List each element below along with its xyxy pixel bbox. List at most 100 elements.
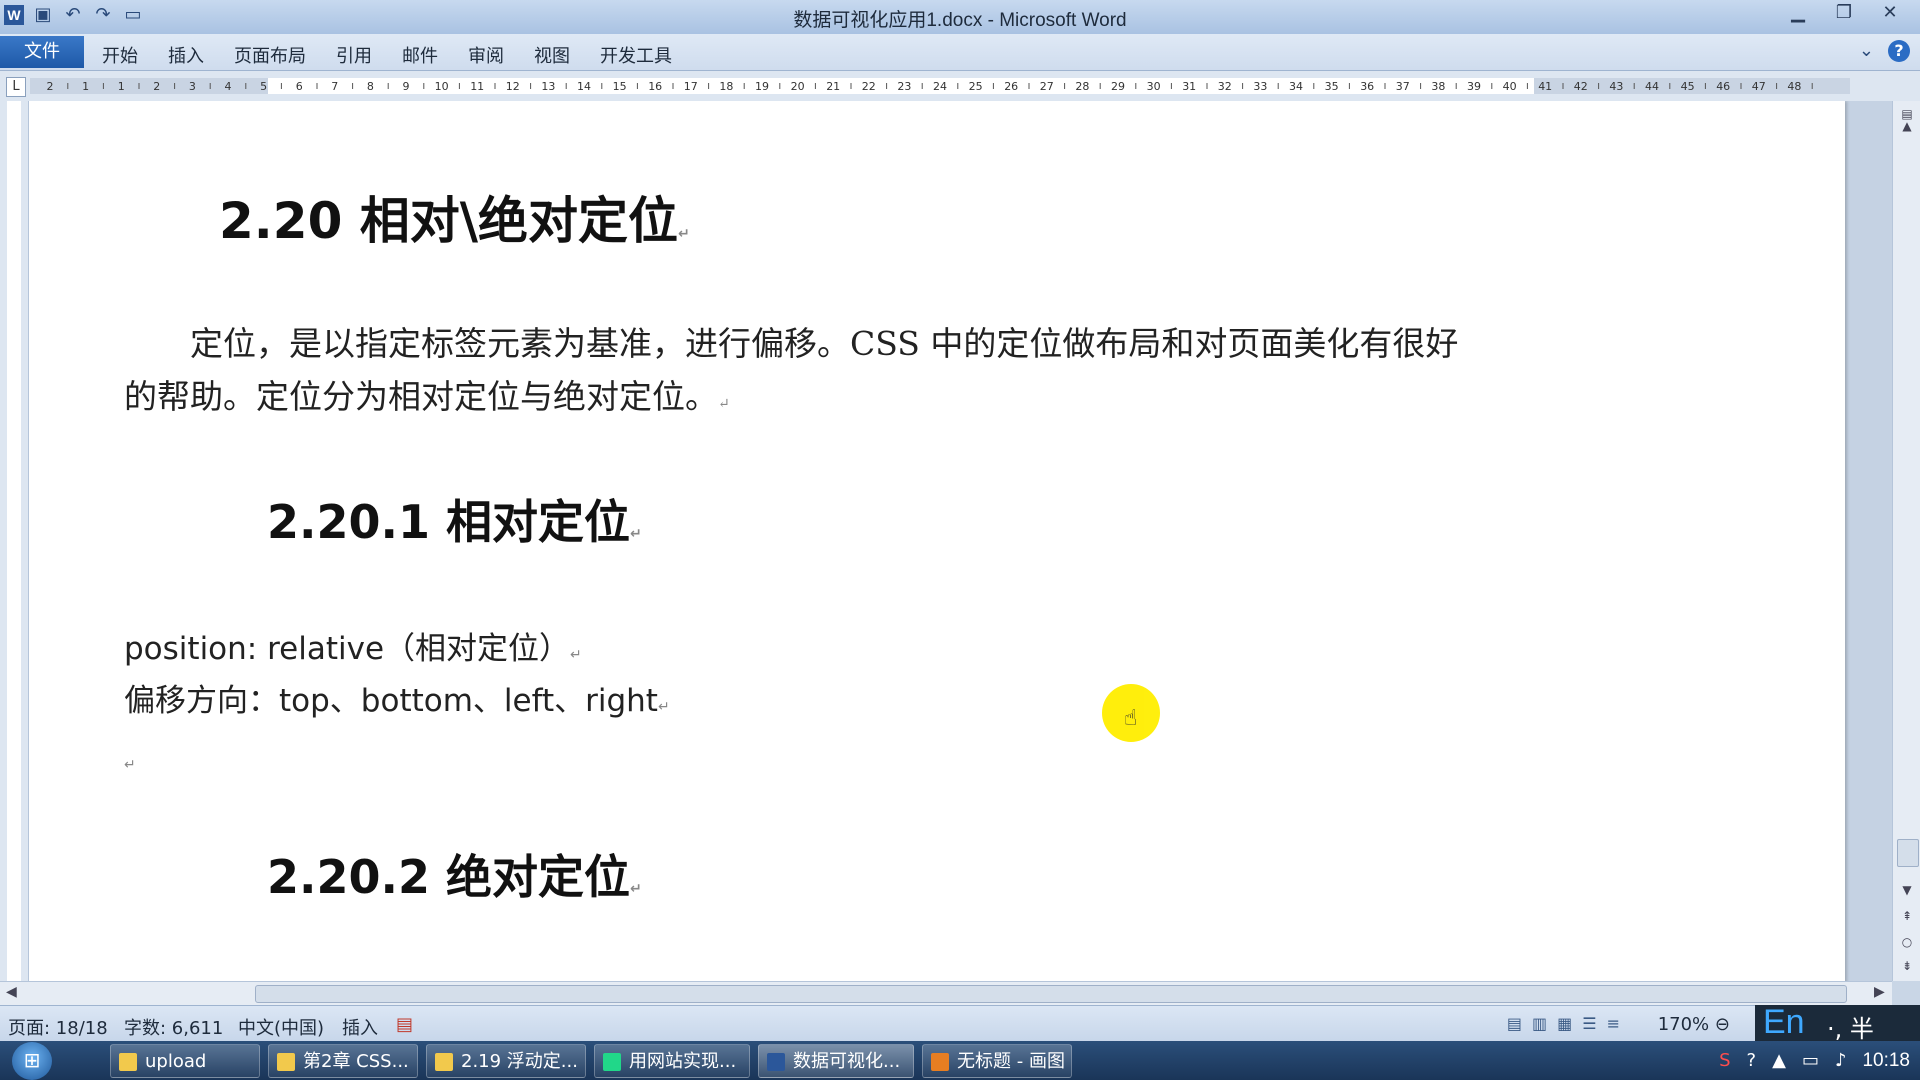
show-hidden-icon[interactable]: ▲ — [1772, 1050, 1786, 1071]
ruler-number: 14 — [577, 80, 591, 93]
macro-record-icon[interactable]: ▤ — [396, 1014, 413, 1035]
ruler-number: 30 — [1147, 80, 1161, 93]
paragraph-mark: ↵ — [718, 396, 730, 412]
taskbar-item-word[interactable]: 数据可视化... — [758, 1044, 914, 1078]
paint-icon — [931, 1053, 949, 1071]
browse-object-icon[interactable]: ○ — [1897, 935, 1917, 951]
ruler-number: 19 — [755, 80, 769, 93]
heading-2-20[interactable]: 2.20 相对\绝对定位↵ — [219, 181, 690, 253]
word-count[interactable]: 字数: 6,611 — [124, 1014, 223, 1040]
ime-indicator[interactable]: En ·, 半 — [1755, 1003, 1920, 1044]
empty-paragraph[interactable]: ↵ — [124, 741, 136, 777]
scroll-down-icon[interactable]: ▼ — [1897, 883, 1917, 899]
ruler-number: 35 — [1325, 80, 1339, 93]
tab-developer[interactable]: 开发工具 — [600, 42, 672, 68]
ruler-number: 45 — [1681, 80, 1695, 93]
network-icon[interactable]: ▭ — [1802, 1050, 1819, 1071]
tab-page-layout[interactable]: 页面布局 — [234, 42, 306, 68]
ruler-number: 9 — [403, 80, 410, 93]
taskbar-item-chapter2[interactable]: 第2章 CSS... — [268, 1044, 418, 1078]
ime-options[interactable]: ·, 半 — [1827, 1009, 1874, 1044]
title-bar: W ▣ ↶ ↷ ▭ 数据可视化应用1.docx - Microsoft Word… — [0, 0, 1920, 34]
outline-icon[interactable]: ☰ — [1582, 1014, 1596, 1033]
ribbon-collapse-icon[interactable]: ⌄ — [1859, 40, 1874, 62]
draft-icon[interactable]: ≡ — [1607, 1014, 1620, 1033]
tab-selector[interactable]: L — [6, 77, 26, 97]
ruler-ticks: 2 1 1 2 3 4 5 6 7 8 9 10 11 12 13 14 15 16 17 18 19 20 21 22 23 2… — [47, 80, 1813, 93]
taskbar: ⊞ upload 第2章 CSS... 2.19 浮动定... 用网站实现...… — [0, 1041, 1920, 1080]
sogou-icon[interactable]: S — [1719, 1050, 1730, 1071]
hand-cursor-icon: ☝ — [1124, 706, 1138, 731]
word-icon — [767, 1053, 785, 1071]
vertical-ruler-scale — [7, 101, 21, 981]
horizontal-scrollbar[interactable]: ◀ ▶ — [0, 981, 1892, 1006]
ruler-number: 26 — [1004, 80, 1018, 93]
ruler-number: 6 — [296, 80, 303, 93]
ribbon-tab-list: 开始 插入 页面布局 引用 邮件 审阅 视图 开发工具 — [102, 42, 702, 68]
tab-file[interactable]: 文件 — [0, 36, 84, 68]
cursor-highlight: ☝ — [1102, 684, 1160, 742]
ruler-number: 15 — [613, 80, 627, 93]
horizontal-scroll-thumb[interactable] — [255, 985, 1847, 1003]
volume-icon[interactable]: ♪ — [1835, 1050, 1847, 1071]
horizontal-ruler[interactable]: L 2 1 1 2 3 4 5 6 7 8 9 10 11 12 13 14 15 16 17 18 19 20 21 22 2… — [0, 71, 1920, 102]
scroll-up-icon[interactable]: ▲ — [1897, 119, 1917, 135]
taskbar-item-upload[interactable]: upload — [110, 1044, 260, 1078]
zoom-level[interactable]: 170% ⊖ — [1658, 1014, 1730, 1035]
pycharm-icon — [603, 1053, 621, 1071]
offset-direction-line[interactable]: 偏移方向：top、bottom、left、right↵ — [124, 675, 670, 720]
ruler-number: 25 — [969, 80, 983, 93]
minimize-icon[interactable]: ▁ — [1778, 2, 1818, 24]
task-label: 用网站实现... — [629, 1051, 737, 1072]
system-tray: S ? ▲ ▭ ♪ 10:18 — [1719, 1041, 1910, 1080]
start-button[interactable]: ⊞ — [12, 1042, 52, 1080]
document-page[interactable]: 2.20 相对\绝对定位↵ 定位，是以指定标签元素为基准，进行偏移。CSS 中的… — [29, 101, 1845, 981]
taskbar-item-pycharm[interactable]: 用网站实现... — [594, 1044, 750, 1078]
ruler-number: 29 — [1111, 80, 1125, 93]
maximize-icon[interactable]: ❐ — [1824, 2, 1864, 24]
vertical-scrollbar[interactable]: ▤ ▲ ▼ ⇞ ○ ⇟ — [1892, 101, 1920, 981]
tab-references[interactable]: 引用 — [336, 42, 372, 68]
page-count[interactable]: 页面: 18/18 — [8, 1014, 108, 1040]
taskbar-item-paint[interactable]: 无标题 - 画图 — [922, 1044, 1072, 1078]
position-relative-line[interactable]: position: relative（相对定位）↵ — [124, 623, 582, 668]
taskbar-item-float[interactable]: 2.19 浮动定... — [426, 1044, 586, 1078]
next-page-icon[interactable]: ⇟ — [1897, 959, 1917, 975]
intro-paragraph[interactable]: 定位，是以指定标签元素为基准，进行偏移。CSS 中的定位做布局和对页面美化有很好… — [124, 317, 1574, 431]
scroll-left-icon[interactable]: ◀ — [6, 984, 17, 1000]
tab-view[interactable]: 视图 — [534, 42, 570, 68]
task-label: 2.19 浮动定... — [461, 1051, 578, 1072]
help-tray-icon[interactable]: ? — [1747, 1050, 1757, 1071]
heading-text: 2.20.2 绝对定位 — [267, 850, 630, 904]
tab-insert[interactable]: 插入 — [168, 42, 204, 68]
paragraph-mark: ↵ — [124, 757, 136, 773]
ruler-number: 1 — [118, 80, 125, 93]
tab-home[interactable]: 开始 — [102, 42, 138, 68]
para-line-2: 的帮助。定位分为相对定位与绝对定位。 — [124, 377, 718, 416]
vertical-scroll-thumb[interactable] — [1897, 839, 1919, 867]
clock[interactable]: 10:18 — [1862, 1050, 1910, 1072]
zoom-out-icon[interactable]: ⊖ — [1715, 1014, 1730, 1035]
previous-page-icon[interactable]: ⇞ — [1897, 909, 1917, 925]
heading-2-20-2[interactable]: 2.20.2 绝对定位↵ — [267, 841, 642, 907]
ruler-number: 21 — [826, 80, 840, 93]
close-icon[interactable]: ✕ — [1870, 2, 1910, 24]
web-layout-icon[interactable]: ▦ — [1557, 1014, 1572, 1033]
ruler-number: 38 — [1431, 80, 1445, 93]
print-layout-icon[interactable]: ▤ — [1507, 1014, 1522, 1033]
ruler-number: 46 — [1716, 80, 1730, 93]
vertical-ruler[interactable] — [0, 101, 29, 981]
full-reading-icon[interactable]: ▥ — [1532, 1014, 1547, 1033]
help-icon[interactable]: ? — [1888, 40, 1910, 62]
tab-review[interactable]: 审阅 — [468, 42, 504, 68]
language-indicator[interactable]: 中文(中国) — [238, 1014, 324, 1040]
insert-mode[interactable]: 插入 — [342, 1014, 378, 1040]
heading-2-20-1[interactable]: 2.20.1 相对定位↵ — [267, 486, 642, 552]
tab-mailings[interactable]: 邮件 — [402, 42, 438, 68]
document-area[interactable]: 2.20 相对\绝对定位↵ 定位，是以指定标签元素为基准，进行偏移。CSS 中的… — [29, 101, 1892, 981]
ime-english-mode[interactable]: En — [1763, 1003, 1805, 1042]
heading-text: 2.20 相对\绝对定位 — [219, 192, 679, 250]
ruler-number: 2 — [47, 80, 54, 93]
scroll-right-icon[interactable]: ▶ — [1874, 984, 1885, 1000]
ruler-number: 28 — [1075, 80, 1089, 93]
